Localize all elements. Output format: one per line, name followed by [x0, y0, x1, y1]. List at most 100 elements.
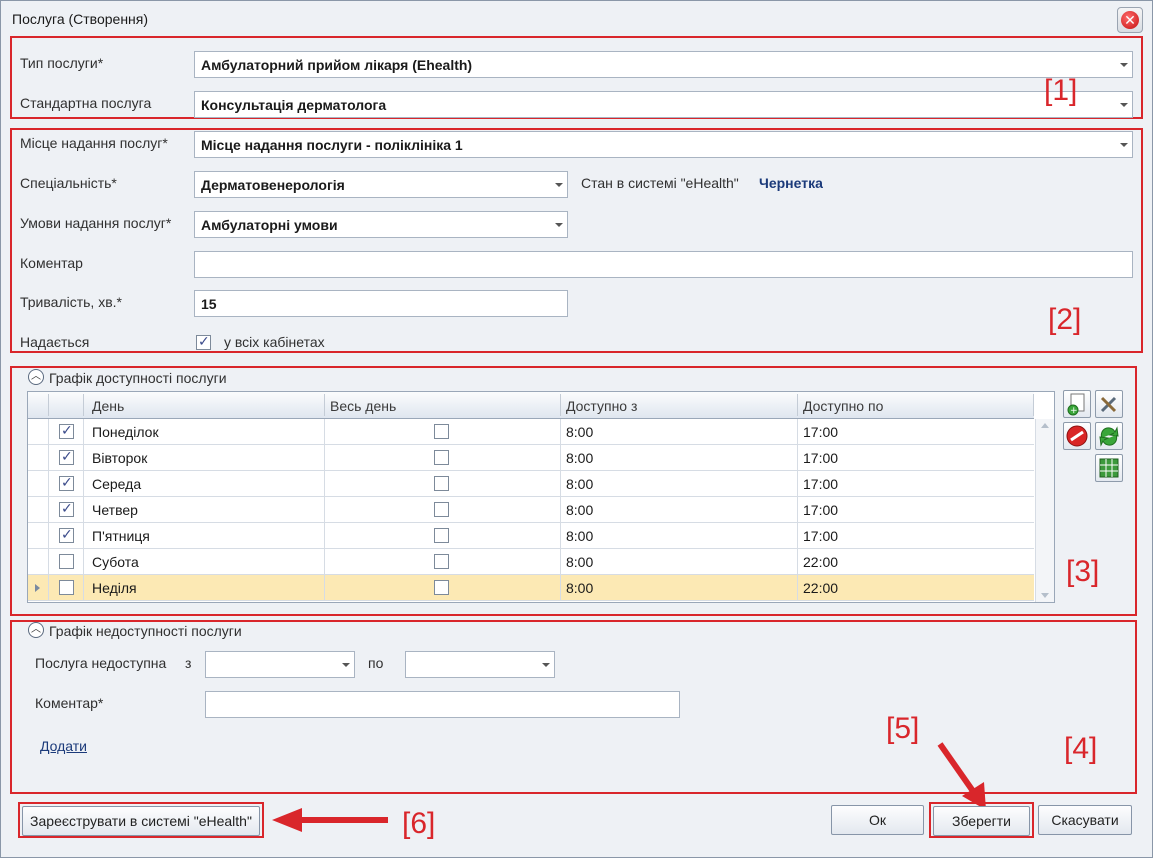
tools-icon — [1100, 396, 1117, 413]
availability-grid: День Весь день Доступно з Доступно по По… — [27, 391, 1055, 603]
from-cell[interactable]: 8:00 — [566, 554, 593, 570]
to-cell[interactable]: 22:00 — [803, 580, 838, 596]
comment-input[interactable] — [194, 251, 1133, 278]
day-enabled-checkbox[interactable] — [59, 474, 74, 491]
all-day-checkbox[interactable] — [434, 450, 449, 465]
to-cell[interactable]: 17:00 — [803, 502, 838, 518]
all-day-checkbox[interactable] — [434, 476, 449, 491]
table-row[interactable]: Четвер 8:00 17:00 — [28, 497, 1034, 523]
all-cabinets-checkbox[interactable] — [196, 333, 211, 350]
unavailable-to-date[interactable] — [405, 651, 555, 678]
delete-icon — [1066, 425, 1088, 447]
annotation-label-2: [2] — [1048, 303, 1082, 336]
specialty-label: Спеціальність* — [20, 175, 117, 191]
day-cell: Середа — [92, 476, 142, 492]
service-type-label: Тип послуги* — [20, 55, 104, 71]
table-row[interactable]: Вівторок 8:00 17:00 — [28, 445, 1034, 471]
collapse-availability-icon[interactable]: ︿ — [28, 369, 44, 385]
comment-label: Коментар — [20, 255, 83, 271]
from-cell[interactable]: 8:00 — [566, 450, 593, 466]
day-enabled-checkbox[interactable] — [59, 500, 74, 517]
edit-row-button[interactable] — [1095, 390, 1123, 418]
day-cell: Неділя — [92, 580, 137, 596]
col-from[interactable]: Доступно з — [566, 398, 637, 414]
grid-scrollbar[interactable] — [1035, 419, 1054, 602]
annotation-label-3: [3] — [1066, 555, 1100, 588]
ehealth-status-value: Чернетка — [759, 175, 823, 191]
col-all-day[interactable]: Весь день — [330, 398, 396, 414]
unavailability-comment-label: Коментар* — [35, 695, 104, 711]
all-day-checkbox[interactable] — [434, 554, 449, 569]
to-cell[interactable]: 17:00 — [803, 450, 838, 466]
col-day[interactable]: День — [92, 398, 124, 414]
from-cell[interactable]: 8:00 — [566, 502, 593, 518]
chevron-down-icon — [555, 183, 563, 187]
table-row[interactable]: Понеділок 8:00 17:00 — [28, 419, 1034, 445]
day-enabled-checkbox[interactable] — [59, 526, 74, 543]
table-row[interactable]: Субота 8:00 22:00 — [28, 549, 1034, 575]
close-icon: ✕ — [1121, 11, 1139, 29]
unavailable-from-date[interactable] — [205, 651, 355, 678]
save-button[interactable]: Зберегти — [933, 806, 1030, 836]
standard-service-label: Стандартна послуга — [20, 95, 152, 111]
annotation-label-5: [5] — [886, 712, 920, 745]
delete-row-button[interactable] — [1063, 422, 1091, 450]
svg-text:+: + — [1070, 406, 1078, 416]
cancel-button[interactable]: Скасувати — [1038, 805, 1132, 835]
table-row[interactable]: Середа 8:00 17:00 — [28, 471, 1034, 497]
to-cell[interactable]: 17:00 — [803, 528, 838, 544]
all-day-checkbox[interactable] — [434, 580, 449, 595]
from-cell[interactable]: 8:00 — [566, 580, 593, 596]
day-cell: Четвер — [92, 502, 138, 518]
chevron-down-icon — [1120, 63, 1128, 67]
service-type-select[interactable]: Амбулаторний прийом лікаря (Ehealth) — [194, 51, 1133, 78]
all-day-checkbox[interactable] — [434, 528, 449, 543]
all-day-checkbox[interactable] — [434, 502, 449, 517]
col-to[interactable]: Доступно по — [803, 398, 883, 414]
chevron-down-icon — [542, 663, 550, 667]
register-ehealth-button[interactable]: Зареєструвати в системі "eHealth" — [22, 806, 260, 836]
conditions-select[interactable]: Амбулаторні умови — [194, 211, 568, 238]
from-cell[interactable]: 8:00 — [566, 476, 593, 492]
export-excel-button[interactable] — [1095, 454, 1123, 482]
annotation-label-1: [1] — [1044, 74, 1078, 107]
chevron-down-icon — [1120, 143, 1128, 147]
specialty-select[interactable]: Дерматовенерологія — [194, 171, 568, 198]
collapse-unavailability-icon[interactable]: ︿ — [28, 622, 44, 638]
ok-button[interactable]: Ок — [831, 805, 924, 835]
day-enabled-checkbox[interactable] — [59, 422, 74, 439]
unavailability-header: Графік недоступності послуги — [49, 623, 242, 639]
from-cell[interactable]: 8:00 — [566, 528, 593, 544]
day-cell: Вівторок — [92, 450, 148, 466]
place-label: Місце надання послуг* — [20, 135, 168, 151]
day-cell: Понеділок — [92, 424, 159, 440]
table-row[interactable]: П'ятниця 8:00 17:00 — [28, 523, 1034, 549]
chevron-down-icon — [555, 223, 563, 227]
day-enabled-checkbox[interactable] — [59, 448, 74, 465]
to-label: по — [368, 655, 384, 671]
spreadsheet-icon — [1099, 458, 1119, 478]
duration-input[interactable]: 15 — [194, 290, 568, 317]
add-row-button[interactable]: + — [1063, 390, 1091, 418]
day-enabled-checkbox[interactable] — [59, 580, 74, 595]
table-row[interactable]: Неділя 8:00 22:00 — [28, 575, 1034, 601]
to-cell[interactable]: 17:00 — [803, 476, 838, 492]
availability-header: Графік доступності послуги — [49, 370, 227, 386]
place-select[interactable]: Місце надання послуги - поліклініка 1 — [194, 131, 1133, 158]
standard-service-select[interactable]: Консультація дерматолога — [194, 91, 1133, 118]
close-button[interactable]: ✕ — [1117, 7, 1143, 33]
ehealth-status-label: Стан в системі "eHealth" — [581, 175, 739, 191]
add-document-icon: + — [1067, 393, 1085, 416]
to-cell[interactable]: 22:00 — [803, 554, 838, 570]
chevron-down-icon — [1120, 103, 1128, 107]
grid-header: День Весь день Доступно з Доступно по — [28, 392, 1034, 419]
add-link[interactable]: Додати — [40, 738, 87, 754]
chevron-down-icon — [342, 663, 350, 667]
to-cell[interactable]: 17:00 — [803, 424, 838, 440]
from-cell[interactable]: 8:00 — [566, 424, 593, 440]
refresh-button[interactable] — [1095, 422, 1123, 450]
day-enabled-checkbox[interactable] — [59, 554, 74, 569]
all-day-checkbox[interactable] — [434, 424, 449, 439]
row-indicator-icon — [35, 584, 40, 592]
unavailability-comment-input[interactable] — [205, 691, 680, 718]
